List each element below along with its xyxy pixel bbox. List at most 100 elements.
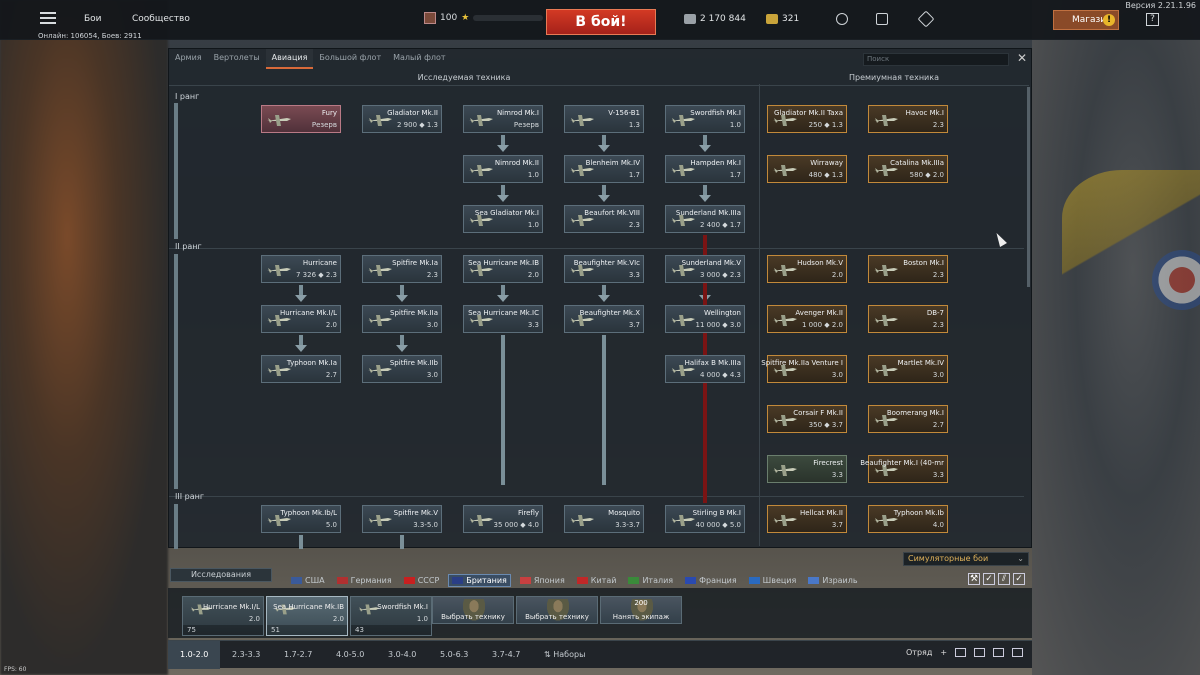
vehicle-card[interactable]: Gladiator Mk.II 2 900 ◆ 1.3 xyxy=(362,105,442,133)
lightbulb-icon[interactable] xyxy=(836,13,848,25)
vehicle-card[interactable]: Beaufighter Mk.I (40-mr 3.3 xyxy=(860,455,948,483)
vehicle-card[interactable]: Beaufighter Mk.VIc 3.3 xyxy=(564,255,644,283)
vehicle-card[interactable]: Hurricane Mk.I/L 2.0 xyxy=(261,305,341,333)
vehicle-card[interactable]: Firecrest 3.3 xyxy=(767,455,847,483)
tab-category[interactable]: Авиация xyxy=(265,49,314,69)
vehicle-card[interactable]: Gladiator Mk.II Taxa 250 ◆ 1.3 xyxy=(767,105,847,133)
vehicle-card[interactable]: Typhoon Mk.Ib 4.0 xyxy=(868,505,948,533)
crew-empty-slot[interactable]: 200 Нанять экипаж xyxy=(600,596,682,624)
vehicle-card[interactable]: Sea Hurricane Mk.IC 3.3 xyxy=(463,305,543,333)
vehicle-card[interactable]: Beaufort Mk.VIII 2.3 xyxy=(564,205,644,233)
list-icon[interactable] xyxy=(955,648,967,657)
vehicle-card[interactable]: Stirling B Mk.I 40 000 ◆ 5.0 xyxy=(665,505,745,533)
presets-button[interactable]: ⇅ Наборы xyxy=(532,641,597,669)
wrench-icon[interactable]: ⚒ xyxy=(968,573,980,585)
vehicle-card[interactable]: Swordfish Mk.I 1.0 xyxy=(665,105,745,133)
settings-icon[interactable] xyxy=(876,13,888,25)
nation-tab[interactable]: Франция xyxy=(682,574,740,587)
friends-icon[interactable] xyxy=(974,648,986,657)
vehicle-card[interactable]: Typhoon Mk.Ia 2.7 xyxy=(261,355,341,383)
vehicle-card[interactable]: Sunderland Mk.V 3 000 ◆ 2.3 xyxy=(665,255,745,283)
vehicle-card[interactable]: Spitfire Mk.IIb 3.0 xyxy=(362,355,442,383)
nation-tab[interactable]: Германия xyxy=(334,574,395,587)
vehicle-card[interactable]: Boomerang Mk.I 2.7 xyxy=(868,405,948,433)
vehicle-card[interactable]: Spitfire Mk.IIa Venture I 3.0 xyxy=(761,355,847,383)
silver-balance[interactable]: 2 170 844 xyxy=(684,14,746,24)
vehicle-card[interactable]: Beaufighter Mk.X 3.7 xyxy=(564,305,644,333)
crew-slot[interactable]: Swordfish Mk.I 1.0 43 xyxy=(350,596,432,636)
nation-tab[interactable]: Израиль xyxy=(805,574,860,587)
scrollbar[interactable] xyxy=(1027,87,1030,287)
vehicle-card[interactable]: Hampden Mk.I 1.7 xyxy=(665,155,745,183)
vehicle-card[interactable]: Hudson Mk.V 2.0 xyxy=(767,255,847,283)
tab-category[interactable]: Вертолеты xyxy=(208,49,266,69)
vehicle-card[interactable]: Spitfire Mk.Ia 2.3 xyxy=(362,255,442,283)
vehicle-card[interactable]: Sunderland Mk.IIIa 2 400 ◆ 1.7 xyxy=(665,205,745,233)
nation-tab[interactable]: США xyxy=(288,574,328,587)
vehicle-card[interactable]: Wellington 11 000 ◆ 3.0 xyxy=(665,305,745,333)
player-level[interactable]: 100 ★ xyxy=(424,12,544,24)
search-input[interactable]: Поиск xyxy=(863,53,1009,66)
vehicle-card[interactable]: Martlet Mk.IV 3.0 xyxy=(868,355,948,383)
br-tab[interactable]: 4.0-5.0 xyxy=(324,641,376,669)
mail-icon[interactable] xyxy=(1012,648,1024,657)
nation-tab[interactable]: Япония xyxy=(517,574,568,587)
vehicle-card[interactable]: Mosquito 3.3-3.7 xyxy=(564,505,644,533)
crew-empty-slot[interactable]: Выбрать технику xyxy=(516,596,598,624)
vehicle-card[interactable]: Wirraway 480 ◆ 1.3 xyxy=(767,155,847,183)
vehicle-card[interactable]: Fury Резерв xyxy=(261,105,341,133)
nation-tab[interactable]: Китай xyxy=(574,574,620,587)
vehicle-card[interactable]: V-156-B1 1.3 xyxy=(564,105,644,133)
filter-check-icon[interactable]: ✓ xyxy=(983,573,995,585)
ticket-icon[interactable] xyxy=(917,10,935,28)
vehicle-card[interactable]: Blenheim Mk.IV 1.7 xyxy=(564,155,644,183)
br-tab[interactable]: 3.0-4.0 xyxy=(376,641,428,669)
vehicle-card[interactable]: Spitfire Mk.V 3.3-5.0 xyxy=(362,505,442,533)
nation-tab[interactable]: Италия xyxy=(625,574,676,587)
vehicle-card[interactable]: Sea Gladiator Mk.I 1.0 xyxy=(463,205,543,233)
br-tab[interactable]: 2.3-3.3 xyxy=(220,641,272,669)
shop-button[interactable]: Магазин! xyxy=(1053,10,1119,30)
nation-tab[interactable]: Швеция xyxy=(746,574,800,587)
game-mode-select[interactable]: Симуляторные бои ⌄ xyxy=(903,552,1029,566)
vehicle-card[interactable]: Boston Mk.I 2.3 xyxy=(868,255,948,283)
tab-category[interactable]: Армия xyxy=(169,49,208,69)
vehicle-card[interactable]: Nimrod Mk.I Резерв xyxy=(463,105,543,133)
br-tab[interactable]: 1.0-2.0 xyxy=(168,641,221,669)
research-toggle[interactable]: Исследования xyxy=(170,568,272,582)
menu-battles[interactable]: Бои xyxy=(84,14,102,24)
vehicle-card[interactable]: Corsair F Mk.II 350 ◆ 3.7 xyxy=(767,405,847,433)
close-button[interactable]: ✕ xyxy=(1017,52,1027,64)
tab-category[interactable]: Малый флот xyxy=(387,49,451,69)
vehicle-card[interactable]: Firefly 35 000 ◆ 4.0 xyxy=(463,505,543,533)
help-button[interactable]: ? xyxy=(1146,13,1159,26)
menu-community[interactable]: Сообщество xyxy=(132,14,190,24)
add-squad-icon[interactable]: + xyxy=(940,648,947,657)
nation-tab[interactable]: Британия xyxy=(448,574,511,587)
filter-check-icon[interactable]: ✓ xyxy=(1013,573,1025,585)
menu-icon[interactable] xyxy=(40,12,56,24)
gold-balance[interactable]: 321 xyxy=(766,14,799,24)
br-tab[interactable]: 1.7-2.7 xyxy=(272,641,324,669)
vehicle-card[interactable]: Sea Hurricane Mk.IB 2.0 xyxy=(463,255,543,283)
vehicle-card[interactable]: Typhoon Mk.Ib/L 5.0 xyxy=(261,505,341,533)
crew-empty-slot[interactable]: Выбрать технику xyxy=(432,596,514,624)
vehicle-card[interactable]: Havoc Mk.I 2.3 xyxy=(868,105,948,133)
crew-slot[interactable]: Sea Hurricane Mk.IB 2.0 51 xyxy=(266,596,348,636)
play-button[interactable]: В бой! xyxy=(546,9,656,35)
vehicle-card[interactable]: Spitfire Mk.IIa 3.0 xyxy=(362,305,442,333)
vehicle-card[interactable]: Avenger Mk.II 1 000 ◆ 2.0 xyxy=(767,305,847,333)
vehicle-card[interactable]: Halifax B Mk.IIIa 4 000 ◆ 4.3 xyxy=(665,355,745,383)
vehicle-card[interactable]: DB-7 2.3 xyxy=(868,305,948,333)
vehicle-card[interactable]: Nimrod Mk.II 1.0 xyxy=(463,155,543,183)
nation-tab[interactable]: СССР xyxy=(401,574,443,587)
crew-slot[interactable]: Hurricane Mk.I/L 2.0 75 xyxy=(182,596,264,636)
br-tab[interactable]: 5.0-6.3 xyxy=(428,641,480,669)
vehicle-card[interactable]: Catalina Mk.IIIa 580 ◆ 2.0 xyxy=(868,155,948,183)
br-tab[interactable]: 3.7-4.7 xyxy=(480,641,532,669)
filter-stripes-icon[interactable]: ⫽ xyxy=(998,573,1010,585)
vehicle-card[interactable]: Hellcat Mk.II 3.7 xyxy=(767,505,847,533)
vehicle-card[interactable]: Hurricane 7 326 ◆ 2.3 xyxy=(261,255,341,283)
chat-icon[interactable] xyxy=(993,648,1005,657)
tab-category[interactable]: Большой флот xyxy=(313,49,387,69)
